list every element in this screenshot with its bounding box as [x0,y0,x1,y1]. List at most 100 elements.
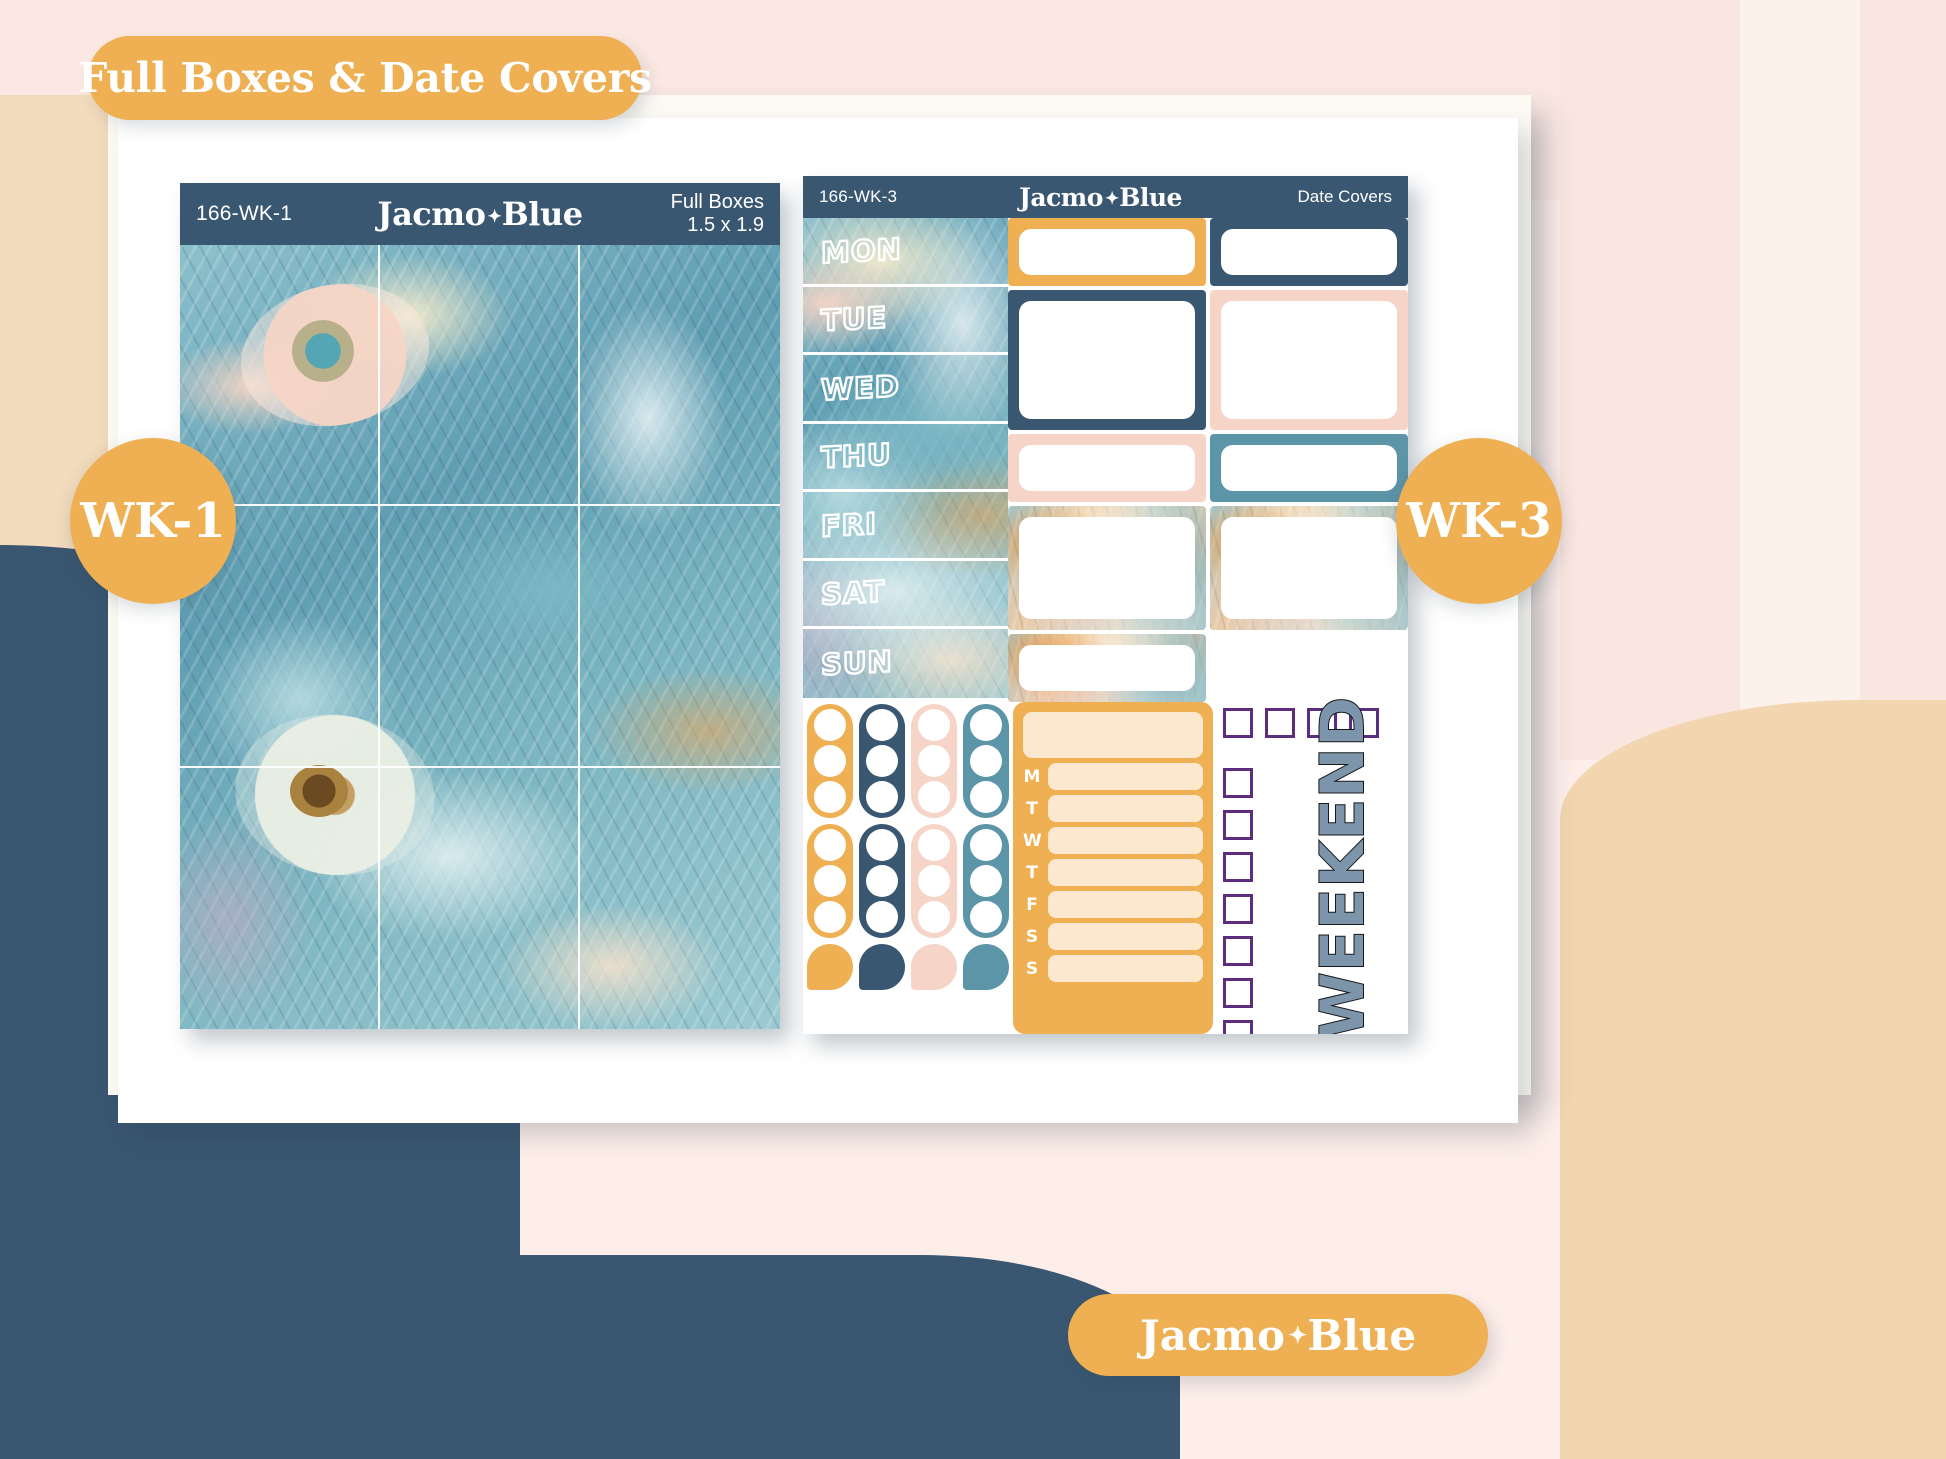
habit-pill-navy[interactable] [859,704,905,818]
sparkle-icon: ✦ [1288,1321,1307,1349]
habit-dot[interactable] [814,781,846,813]
habit-dot[interactable] [970,901,1002,933]
date-cover-writing-area [1019,301,1195,419]
date-cover-blush[interactable] [1008,434,1206,502]
habit-pill-blush[interactable] [911,704,957,818]
habit-dot[interactable] [918,781,950,813]
full-box-cell[interactable] [180,767,380,1029]
habit-droplet-gold[interactable] [807,944,853,990]
weekly-habit-row[interactable]: T [1023,859,1203,886]
habit-dot[interactable] [918,709,950,741]
weekend-banner-text[interactable]: WEEKEND [1307,695,1379,1034]
habit-write-line[interactable] [1048,923,1203,950]
title-banner-text: Full Boxes & Date Covers [78,54,652,102]
habit-droplet-teal[interactable] [963,944,1009,990]
habit-droplet-blush[interactable] [911,944,957,990]
weekly-habit-row[interactable]: S [1023,955,1203,982]
date-cover-floral-bottom[interactable] [1008,634,1206,702]
weekly-habit-row[interactable]: F [1023,891,1203,918]
day-strip-wed[interactable]: WED [803,355,1008,424]
date-cover-navy-tall[interactable] [1008,290,1206,430]
checkbox-sticker[interactable] [1223,708,1253,738]
full-box-cell[interactable] [580,506,780,768]
habit-day-letter: S [1025,958,1039,979]
habit-pill-teal[interactable] [963,824,1009,938]
date-cover-teal[interactable] [1210,434,1408,502]
weekly-habit-title-field[interactable] [1023,712,1203,758]
day-label-text: MON [820,230,903,271]
habit-dot[interactable] [970,709,1002,741]
full-box-cell[interactable] [380,767,580,1029]
habit-write-line[interactable] [1048,827,1203,854]
habit-dot[interactable] [814,865,846,897]
weekly-habit-row[interactable]: T [1023,795,1203,822]
habit-dot[interactable] [866,745,898,777]
habit-dot[interactable] [866,781,898,813]
habit-pill-gold[interactable] [807,704,853,818]
habit-pill-blush[interactable] [911,824,957,938]
habit-dot[interactable] [918,829,950,861]
checkbox-sticker[interactable] [1223,894,1253,924]
day-strip-mon[interactable]: MON [803,218,1008,287]
day-strip-sat[interactable]: SAT [803,561,1008,629]
habit-dot[interactable] [970,865,1002,897]
sticker-sheet-wk1[interactable]: 166-WK-1 Jacmo ✦Blue Full Boxes 1.5 x 1.9 [180,183,780,1029]
day-strip-thu[interactable]: THU [803,424,1008,492]
checkbox-sticker[interactable] [1223,810,1253,840]
date-cover-floral-right[interactable] [1210,506,1408,630]
date-cover-row [1008,218,1408,286]
checkbox-sticker[interactable] [1265,708,1295,738]
wk3-upper-section: MON TUE WED THU FRI SAT SUN [803,218,1408,702]
habit-dot[interactable] [918,901,950,933]
full-box-cell[interactable] [580,768,780,1029]
habit-write-line[interactable] [1048,859,1203,886]
day-label-column: MON TUE WED THU FRI SAT SUN [803,218,1008,698]
habit-dot[interactable] [866,865,898,897]
habit-dot[interactable] [866,709,898,741]
habit-pill-gold[interactable] [807,824,853,938]
habit-dot[interactable] [866,829,898,861]
day-strip-sun[interactable]: SUN [803,629,1008,698]
habit-droplet-navy[interactable] [859,944,905,990]
habit-write-line[interactable] [1048,795,1203,822]
checkbox-sticker[interactable] [1223,768,1253,798]
checkbox-sticker[interactable] [1223,978,1253,1008]
habit-dot[interactable] [814,709,846,741]
checkbox-sticker[interactable] [1223,1020,1253,1034]
brand-word-jacmo: Jacmo [1019,182,1103,212]
brand-word-jacmo: Jacmo [1139,1310,1286,1360]
day-strip-tue[interactable]: TUE [803,287,1008,355]
date-cover-navy[interactable] [1210,218,1408,286]
date-cover-blush-tall[interactable] [1210,290,1408,430]
habit-strip-column-navy [859,704,905,1034]
date-cover-floral-left[interactable] [1008,506,1206,630]
weekly-habit-row[interactable]: W [1023,827,1203,854]
weekly-habit-row[interactable]: S [1023,923,1203,950]
habit-dot[interactable] [970,781,1002,813]
habit-dot[interactable] [918,865,950,897]
weekly-habit-box[interactable]: M T W T F S S [1013,702,1213,1034]
habit-write-line[interactable] [1048,955,1203,982]
habit-write-line[interactable] [1048,763,1203,790]
full-box-cell[interactable] [380,506,580,768]
weekly-habit-row[interactable]: M [1023,763,1203,790]
habit-dot[interactable] [918,745,950,777]
habit-day-letter: T [1026,798,1038,819]
date-cover-gold[interactable] [1008,218,1206,286]
habit-dot[interactable] [814,745,846,777]
habit-dot[interactable] [814,901,846,933]
full-box-cell[interactable] [580,245,780,507]
day-strip-fri[interactable]: FRI [803,492,1008,561]
habit-pill-teal[interactable] [963,704,1009,818]
full-box-cell[interactable] [380,245,580,507]
habit-dot[interactable] [970,829,1002,861]
checkbox-sticker[interactable] [1223,936,1253,966]
habit-dot[interactable] [814,829,846,861]
bg-shape-navy-bottom [0,1255,1180,1459]
habit-dot[interactable] [970,745,1002,777]
habit-pill-navy[interactable] [859,824,905,938]
habit-write-line[interactable] [1048,891,1203,918]
sticker-sheet-wk3[interactable]: 166-WK-3 Jacmo ✦Blue Date Covers MON TUE … [803,176,1408,1034]
checkbox-sticker[interactable] [1223,852,1253,882]
habit-dot[interactable] [866,901,898,933]
